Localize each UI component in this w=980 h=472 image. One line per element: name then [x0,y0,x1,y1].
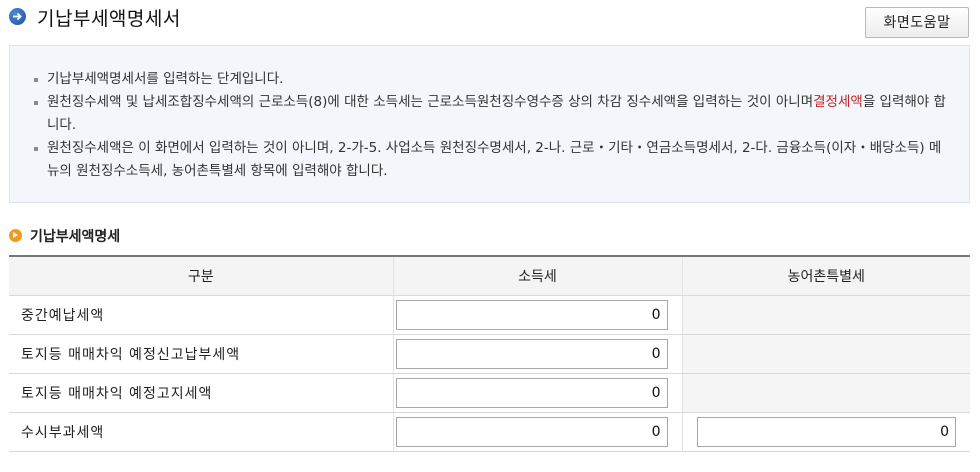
info-text: 기납부세액명세서를 입력하는 단계입니다. [47,71,284,87]
info-highlight: 결정세액 [813,94,863,110]
rural-tax-cell [681,412,970,452]
rural-tax-input[interactable] [696,417,956,447]
info-box: 기납부세액명세서를 입력하는 단계입니다. 원천징수세액 및 납세조합징수세액의… [9,45,970,203]
income-tax-cell [392,373,682,413]
page-title: 기납부세액명세서 [37,8,181,30]
info-text: 원천징수세액 및 납세조합징수세액의 근로소득(8)에 대한 소득세는 근로소득… [47,94,814,110]
section-title-text: 기납부세액명세 [30,229,121,245]
table-row: 수시부과세액 [9,412,970,452]
income-tax-input[interactable] [395,378,668,408]
help-button[interactable]: 화면도움말 [865,7,969,38]
income-tax-cell [392,412,682,452]
info-item: 원천징수세액 및 납세조합징수세액의 근로소득(8)에 대한 소득세는 근로소득… [32,91,952,137]
header-income-tax: 소득세 [392,255,682,296]
prepaid-tax-table: 구분 소득세 농어촌특별세 중간예납세액 토지등 매매차익 예정신고납부세액 토… [9,255,970,452]
info-list: 기납부세액명세서를 입력하는 단계입니다. 원천징수세액 및 납세조합징수세액의… [32,68,952,183]
income-tax-input[interactable] [395,300,668,330]
info-item: 기납부세액명세서를 입력하는 단계입니다. [32,68,952,91]
arrow-circle-icon [9,8,26,25]
income-tax-input[interactable] [395,417,668,447]
rural-tax-cell [681,295,970,335]
table-row: 중간예납세액 [9,295,970,335]
income-tax-input[interactable] [395,339,668,369]
section-title: 기납부세액명세 [9,226,120,246]
header-rural-tax: 농어촌특별세 [681,255,970,296]
income-tax-cell [392,295,682,335]
income-tax-cell [392,334,682,374]
info-text: 원천징수세액은 이 화면에서 입력하는 것이 아니며, 2-가-5. 사업소득 … [47,140,942,179]
page-header: 기납부세액명세서 화면도움말 [0,0,980,44]
rural-tax-cell [681,373,970,413]
row-label: 토지등 매매차익 예정고지세액 [9,373,393,413]
table-row: 토지등 매매차익 예정신고납부세액 [9,334,970,374]
arrow-bullet-icon [9,229,22,242]
row-label: 토지등 매매차익 예정신고납부세액 [9,334,393,374]
rural-tax-cell [681,334,970,374]
table-row: 토지등 매매차익 예정고지세액 [9,373,970,413]
header-category: 구분 [9,255,393,296]
row-label: 수시부과세액 [9,412,393,452]
row-label: 중간예납세액 [9,295,393,335]
info-item: 원천징수세액은 이 화면에서 입력하는 것이 아니며, 2-가-5. 사업소득 … [32,137,952,183]
table-header-row: 구분 소득세 농어촌특별세 [9,255,970,296]
